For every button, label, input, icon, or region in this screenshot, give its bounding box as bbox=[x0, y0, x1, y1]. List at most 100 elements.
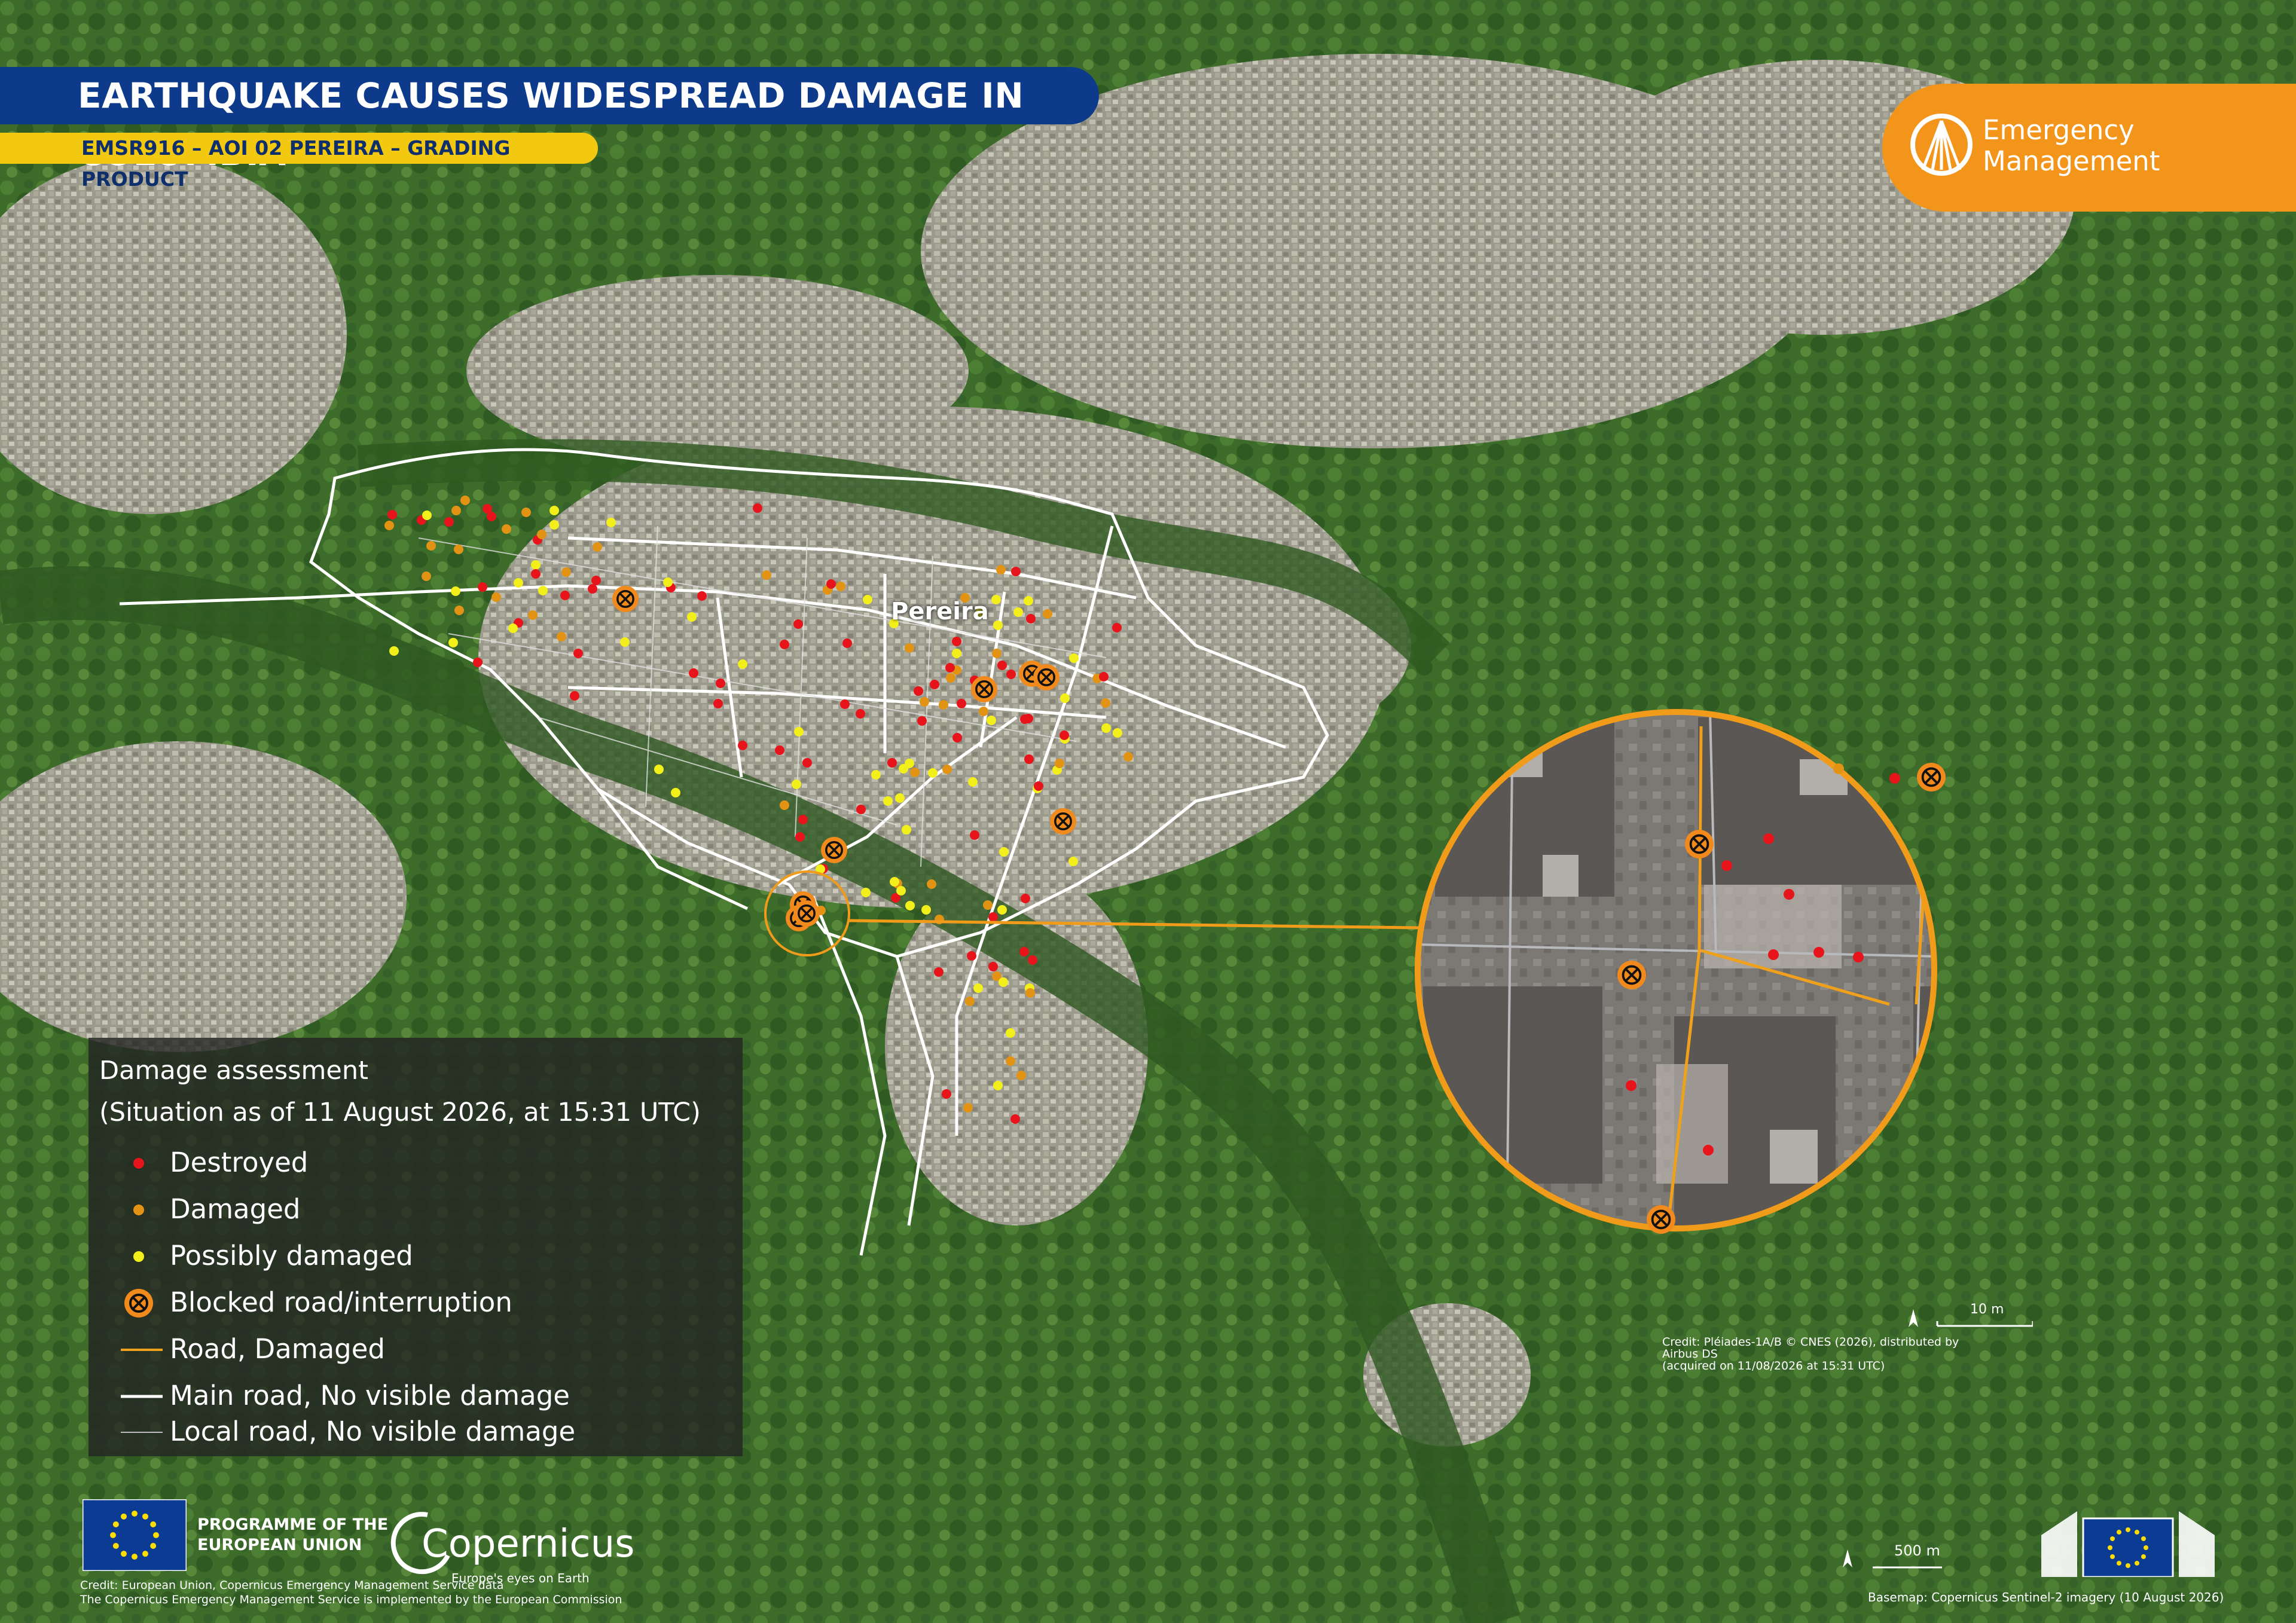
zoom-scale-bar: 10 m bbox=[1901, 1302, 2034, 1335]
destroyed-point bbox=[573, 649, 583, 658]
destroyed-point bbox=[1853, 952, 1864, 962]
programme-line-1: PROGRAMME OF THE bbox=[197, 1515, 389, 1534]
footer-credit: Credit: European Union, Copernicus Emerg… bbox=[80, 1578, 622, 1607]
damaged-point bbox=[422, 571, 431, 581]
legend-item-blocked-road: Blocked road/interruption bbox=[88, 1279, 743, 1326]
blocked-road-icon bbox=[971, 676, 997, 702]
possibly-damaged-point bbox=[538, 586, 548, 595]
legend-item-damaged: Damaged bbox=[88, 1186, 743, 1233]
damaged-point bbox=[528, 610, 538, 620]
destroyed-point bbox=[1010, 1114, 1020, 1124]
destroyed-point bbox=[945, 663, 955, 673]
destroyed-point bbox=[1112, 623, 1122, 632]
road-damaged-line-icon bbox=[121, 1349, 163, 1351]
destroyed-point bbox=[716, 678, 725, 688]
destroyed-point bbox=[1626, 1080, 1636, 1091]
legend-label: Local road, No visible damage bbox=[170, 1416, 576, 1447]
map-scale-label: 500 m bbox=[1894, 1542, 1940, 1559]
damaged-point bbox=[905, 643, 914, 653]
eu-star-icon bbox=[2108, 1545, 2112, 1550]
footer-credit-line-1: Credit: European Union, Copernicus Emerg… bbox=[80, 1579, 504, 1592]
possibly-damaged-point bbox=[549, 506, 559, 515]
possibly-damaged-point bbox=[1006, 1028, 1015, 1038]
zoom-credit-line-2: (acquired on 11/08/2026 at 15:31 UTC) bbox=[1662, 1359, 1885, 1373]
damaged-point bbox=[942, 765, 952, 774]
destroyed-point bbox=[713, 699, 723, 708]
possibly-damaged-point bbox=[905, 901, 915, 910]
possibly-damaged-point bbox=[389, 646, 399, 656]
damaged-point bbox=[996, 565, 1006, 574]
eu-star-icon bbox=[2126, 1563, 2130, 1568]
possibly-damaged-point bbox=[928, 768, 938, 778]
damaged-point bbox=[762, 570, 771, 580]
damaged-point bbox=[780, 800, 789, 810]
destroyed-point bbox=[697, 591, 707, 601]
possibly-damaged-point bbox=[968, 777, 978, 787]
possibly-damaged-point bbox=[997, 905, 1007, 915]
possibly-damaged-point bbox=[654, 765, 664, 774]
basemap-credit: Basemap: Copernicus Sentinel-2 imagery (… bbox=[1868, 1590, 2224, 1604]
legend-title-line-2: (Situation as of 11 August 2026, at 15:3… bbox=[99, 1098, 701, 1127]
destroyed-point bbox=[1021, 894, 1030, 903]
possibly-damaged-dot-icon bbox=[133, 1251, 144, 1262]
eu-star-icon bbox=[150, 1521, 157, 1527]
damaged-point bbox=[1016, 1071, 1026, 1080]
possibly-damaged-point bbox=[620, 637, 630, 647]
legend-item-road-damaged: Road, Damaged bbox=[88, 1326, 743, 1373]
emergency-management-logo: Emergency Management bbox=[1882, 84, 2296, 212]
possibly-damaged-point bbox=[508, 623, 518, 633]
possibly-damaged-point bbox=[902, 825, 911, 835]
destroyed-point bbox=[689, 668, 698, 678]
possibly-damaged-point bbox=[896, 886, 906, 895]
possibly-damaged-point bbox=[792, 780, 801, 789]
damaged-point bbox=[1055, 759, 1064, 768]
damaged-point bbox=[910, 768, 920, 777]
destroyed-point bbox=[1703, 1145, 1714, 1156]
damaged-point bbox=[1101, 698, 1110, 708]
destroyed-point bbox=[473, 658, 483, 667]
destroyed-point bbox=[560, 591, 570, 600]
possibly-damaged-point bbox=[422, 511, 432, 520]
damaged-point bbox=[946, 673, 955, 683]
destroyed-point bbox=[1060, 730, 1069, 740]
destroyed-point bbox=[997, 661, 1007, 670]
legend-title: Damage assessment (Situation as of 11 Au… bbox=[99, 1050, 701, 1133]
damaged-point bbox=[939, 700, 948, 710]
footer-credit-line-2: The Copernicus Emergency Management Serv… bbox=[80, 1593, 622, 1606]
destroyed-point bbox=[917, 716, 927, 726]
destroyed-point bbox=[780, 640, 789, 649]
destroyed-point bbox=[570, 691, 579, 701]
destroyed-point bbox=[914, 686, 923, 696]
eu-star-icon bbox=[132, 1554, 138, 1560]
destroyed-point bbox=[934, 967, 944, 977]
blocked-road-icon bbox=[1617, 961, 1646, 989]
legend-panel: Damage assessment (Situation as of 11 Au… bbox=[88, 1038, 743, 1456]
damaged-point bbox=[557, 632, 566, 641]
possibly-damaged-point bbox=[1013, 607, 1023, 617]
eu-star-icon bbox=[2141, 1536, 2146, 1541]
destroyed-point bbox=[842, 638, 852, 648]
destroyed-point bbox=[588, 584, 597, 594]
emergency-management-icon bbox=[1910, 114, 1973, 176]
destroyed-point bbox=[1889, 773, 1900, 784]
destroyed-point bbox=[793, 619, 803, 629]
eu-star-icon bbox=[153, 1532, 159, 1538]
possibly-damaged-point bbox=[671, 788, 680, 797]
destroyed-point bbox=[798, 815, 808, 824]
destroyed-point bbox=[531, 569, 541, 579]
map-title: EARTHQUAKE CAUSES WIDESPREAD DAMAGE IN C… bbox=[0, 67, 1099, 173]
damaged-point bbox=[521, 508, 531, 517]
damaged-point bbox=[451, 506, 461, 515]
possibly-damaged-point bbox=[514, 578, 523, 588]
damaged-point bbox=[454, 545, 463, 554]
destroyed-point bbox=[444, 517, 454, 527]
eu-star-icon bbox=[121, 1513, 127, 1520]
programme-label: PROGRAMME OF THE EUROPEAN UNION bbox=[197, 1515, 388, 1555]
eu-star-icon bbox=[2144, 1545, 2148, 1550]
damaged-point bbox=[992, 649, 1002, 658]
eu-star-icon bbox=[2135, 1560, 2139, 1566]
eu-star-icon bbox=[110, 1532, 116, 1538]
destroyed-point bbox=[753, 503, 762, 513]
possibly-damaged-point bbox=[1069, 653, 1079, 663]
destroyed-point bbox=[1026, 614, 1036, 623]
